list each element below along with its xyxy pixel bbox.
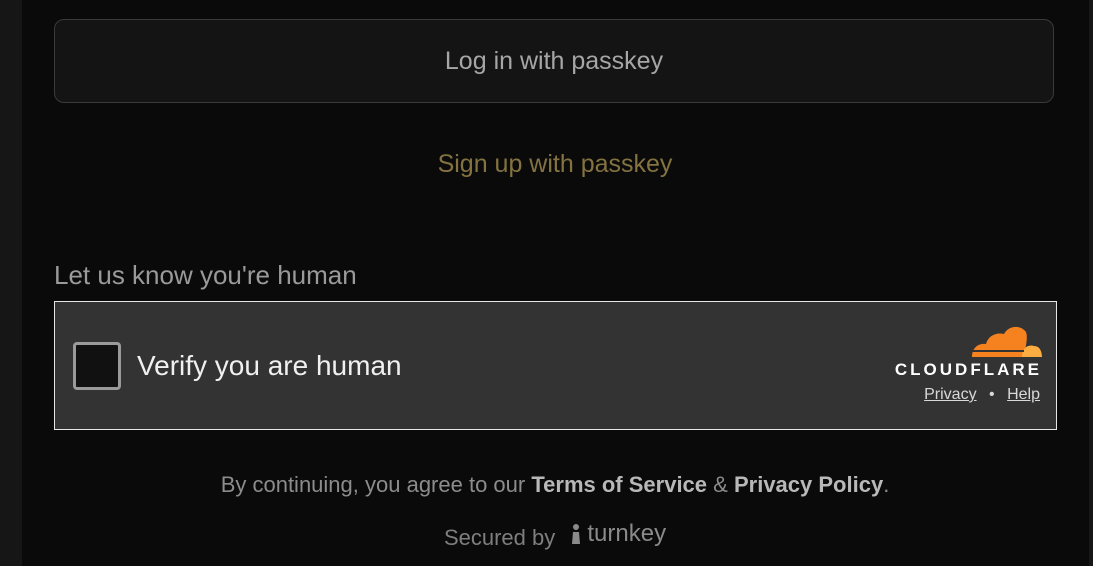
left-edge <box>0 0 22 566</box>
turnkey-brand: turnkey <box>569 520 666 548</box>
signup-with-passkey-button[interactable]: Sign up with passkey <box>54 140 1056 188</box>
cloudflare-wordmark: CLOUDFLARE <box>894 360 1042 379</box>
legal-suffix: . <box>883 472 890 497</box>
login-with-passkey-button[interactable]: Log in with passkey <box>54 19 1054 103</box>
secured-by-label: Secured by <box>443 525 556 550</box>
login-with-passkey-label: Log in with passkey <box>444 46 664 75</box>
signup-with-passkey-label: Sign up with passkey <box>437 149 673 178</box>
legal-ampersand: & <box>713 472 728 497</box>
verify-human-checkbox[interactable] <box>73 342 121 390</box>
legal-prefix: By continuing, you agree to our <box>220 472 526 497</box>
link-separator: • <box>989 386 995 403</box>
secured-by-footer: Secured by turnkey <box>54 520 1056 551</box>
right-edge <box>1089 0 1093 566</box>
turnkey-wordmark: turnkey <box>587 520 667 547</box>
verify-human-label[interactable]: Verify you are human <box>137 350 402 382</box>
privacy-policy-link[interactable]: Privacy Policy <box>734 472 883 497</box>
cloudflare-links: Privacy • Help <box>924 386 1040 404</box>
cloudflare-help-link[interactable]: Help <box>1007 386 1040 403</box>
turnkey-logo-icon <box>572 524 581 544</box>
cloudflare-cloud-icon <box>972 326 1042 357</box>
cloudflare-turnstile-widget: Verify you are human CLOUDFLARE Privacy … <box>54 301 1057 430</box>
login-screen: Log in with passkey Sign up with passkey… <box>0 0 1093 566</box>
terms-of-service-link[interactable]: Terms of Service <box>531 472 707 497</box>
cloudflare-logo: CLOUDFLARE <box>892 324 1042 380</box>
cloudflare-privacy-link[interactable]: Privacy <box>924 386 976 403</box>
human-check-heading: Let us know you're human <box>54 260 357 290</box>
legal-notice: By continuing, you agree to our Terms of… <box>54 472 1056 498</box>
